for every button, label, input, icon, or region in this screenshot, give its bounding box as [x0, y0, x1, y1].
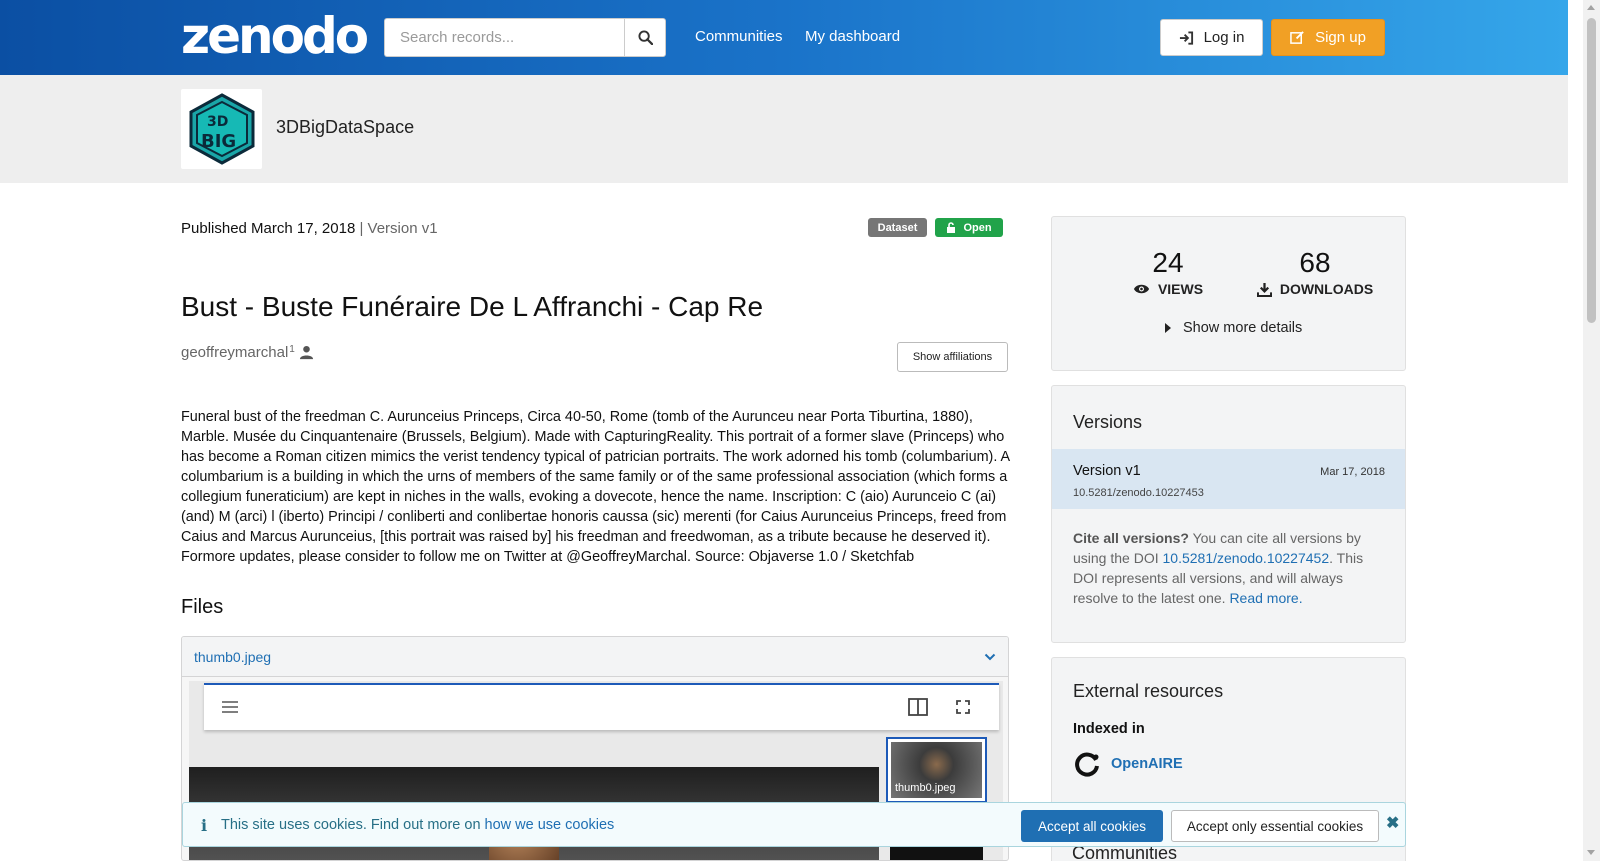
book-view-icon[interactable]: [908, 698, 928, 716]
files-heading: Files: [181, 596, 224, 618]
read-more-link[interactable]: Read more.: [1229, 590, 1302, 606]
thumbnail-label: thumb0.jpeg: [895, 782, 956, 794]
creator-name[interactable]: geoffreymarchal: [181, 344, 288, 361]
svg-text:3D: 3D: [207, 114, 228, 130]
info-icon: i: [201, 816, 208, 835]
record-description: Funeral bust of the freedman C. Auruncei…: [181, 409, 1010, 565]
scrollbar-thumb[interactable]: [1587, 18, 1596, 323]
search-button[interactable]: [624, 18, 666, 57]
downloads-stat: 68 DOWNLOADS: [1250, 247, 1380, 297]
cite-all-versions-text: Cite all versions? You can cite all vers…: [1073, 528, 1383, 608]
versions-card: Versions Version v1 Mar 17, 2018 10.5281…: [1051, 385, 1406, 643]
creator: geoffreymarchal 1: [181, 344, 314, 361]
downloads-count: 68: [1299, 247, 1331, 278]
openaire-link[interactable]: OpenAIRE: [1073, 750, 1183, 778]
show-affiliations-button[interactable]: Show affiliations: [897, 342, 1008, 372]
views-stat: 24 VIEWS: [1113, 247, 1223, 297]
openaire-label: OpenAIRE: [1111, 756, 1183, 772]
external-resources-title: External resources: [1073, 681, 1224, 701]
community-name[interactable]: 3DBigDataSpace: [276, 117, 414, 138]
cookie-policy-link[interactable]: how we use cookies: [485, 817, 615, 833]
file-accordion-header[interactable]: thumb0.jpeg: [182, 637, 1008, 677]
search-input[interactable]: [384, 18, 624, 57]
download-icon: [1256, 282, 1272, 297]
caret-right-icon: [1165, 323, 1171, 333]
thumbnail-selected[interactable]: thumb0.jpeg: [886, 737, 987, 803]
version-item[interactable]: Version v1 Mar 17, 2018 10.5281/zenodo.1…: [1052, 449, 1405, 509]
top-navbar: zenodo Communities My dashboard Log in S…: [0, 0, 1568, 75]
cite-bold: Cite all versions?: [1073, 530, 1189, 546]
search-bar: [384, 18, 666, 57]
svg-text:BIG: BIG: [201, 131, 236, 152]
version-text: | Version v1: [359, 220, 438, 237]
nav-my-dashboard[interactable]: My dashboard: [805, 28, 900, 45]
close-icon[interactable]: ✖: [1386, 813, 1399, 833]
login-label: Log in: [1203, 29, 1245, 46]
viewer-toolbar: [204, 683, 999, 730]
3dbigdataspace-logo-icon: 3D BIG: [189, 93, 254, 165]
openaire-icon: [1075, 752, 1099, 777]
show-more-details-toggle[interactable]: Show more details: [1165, 320, 1302, 336]
views-count: 24: [1152, 247, 1184, 278]
fullscreen-icon[interactable]: [956, 700, 970, 714]
published-text: Published March 17, 2018: [181, 220, 356, 237]
accept-essential-cookies-button[interactable]: Accept only essential cookies: [1171, 810, 1379, 842]
stats-card: 24 VIEWS 68 DOWNLOADS Show more details: [1051, 216, 1406, 371]
downloads-label-row: DOWNLOADS: [1250, 281, 1380, 297]
accept-all-cookies-button[interactable]: Accept all cookies: [1021, 810, 1163, 842]
cookie-message: This site uses cookies. Find out more on…: [221, 817, 614, 833]
sign-in-icon: [1179, 30, 1193, 45]
page-scrollbar[interactable]: [1583, 0, 1600, 861]
views-label-row: VIEWS: [1113, 281, 1223, 297]
signup-button[interactable]: Sign up: [1271, 19, 1385, 56]
signup-label: Sign up: [1315, 29, 1366, 46]
eye-icon: [1133, 284, 1149, 294]
indexed-in-label: Indexed in: [1073, 721, 1145, 737]
cookie-text: This site uses cookies. Find out more on: [221, 817, 485, 833]
resource-type-badge: Dataset: [868, 218, 927, 237]
downloads-label: DOWNLOADS: [1279, 281, 1374, 297]
edit-icon: [1290, 31, 1304, 44]
login-button[interactable]: Log in: [1160, 19, 1263, 56]
more-details-label: Show more details: [1183, 320, 1303, 336]
views-label: VIEWS: [1157, 281, 1204, 297]
access-badge: Open: [935, 218, 1003, 237]
zenodo-logo[interactable]: zenodo: [181, 8, 369, 64]
creator-affiliation-number: 1: [289, 344, 295, 355]
version-doi: 10.5281/zenodo.10227453: [1073, 487, 1204, 499]
cookie-banner: i This site uses cookies. Find out more …: [182, 802, 1406, 847]
version-name[interactable]: Version v1: [1073, 463, 1141, 479]
scroll-up-arrow-icon[interactable]: [1587, 5, 1595, 10]
community-logo[interactable]: 3D BIG: [181, 89, 262, 169]
access-label: Open: [963, 221, 992, 234]
file-name-link[interactable]: thumb0.jpeg: [194, 649, 271, 665]
concept-doi-link[interactable]: 10.5281/zenodo.10227452: [1163, 550, 1330, 566]
record-title: Bust - Buste Funéraire De L Affranchi - …: [181, 291, 764, 322]
scroll-down-arrow-icon[interactable]: [1587, 850, 1595, 855]
user-icon: [299, 345, 313, 360]
versions-title: Versions: [1073, 412, 1143, 432]
version-date: Mar 17, 2018: [1320, 466, 1385, 478]
thumbnail-image: thumb0.jpeg: [891, 742, 982, 798]
publication-date: Published March 17, 2018 | Version v1: [181, 220, 438, 237]
unlock-icon: [947, 222, 956, 233]
menu-icon[interactable]: [221, 700, 239, 714]
chevron-down-icon[interactable]: [984, 653, 996, 661]
search-icon: [637, 30, 653, 45]
nav-communities[interactable]: Communities: [695, 28, 783, 45]
